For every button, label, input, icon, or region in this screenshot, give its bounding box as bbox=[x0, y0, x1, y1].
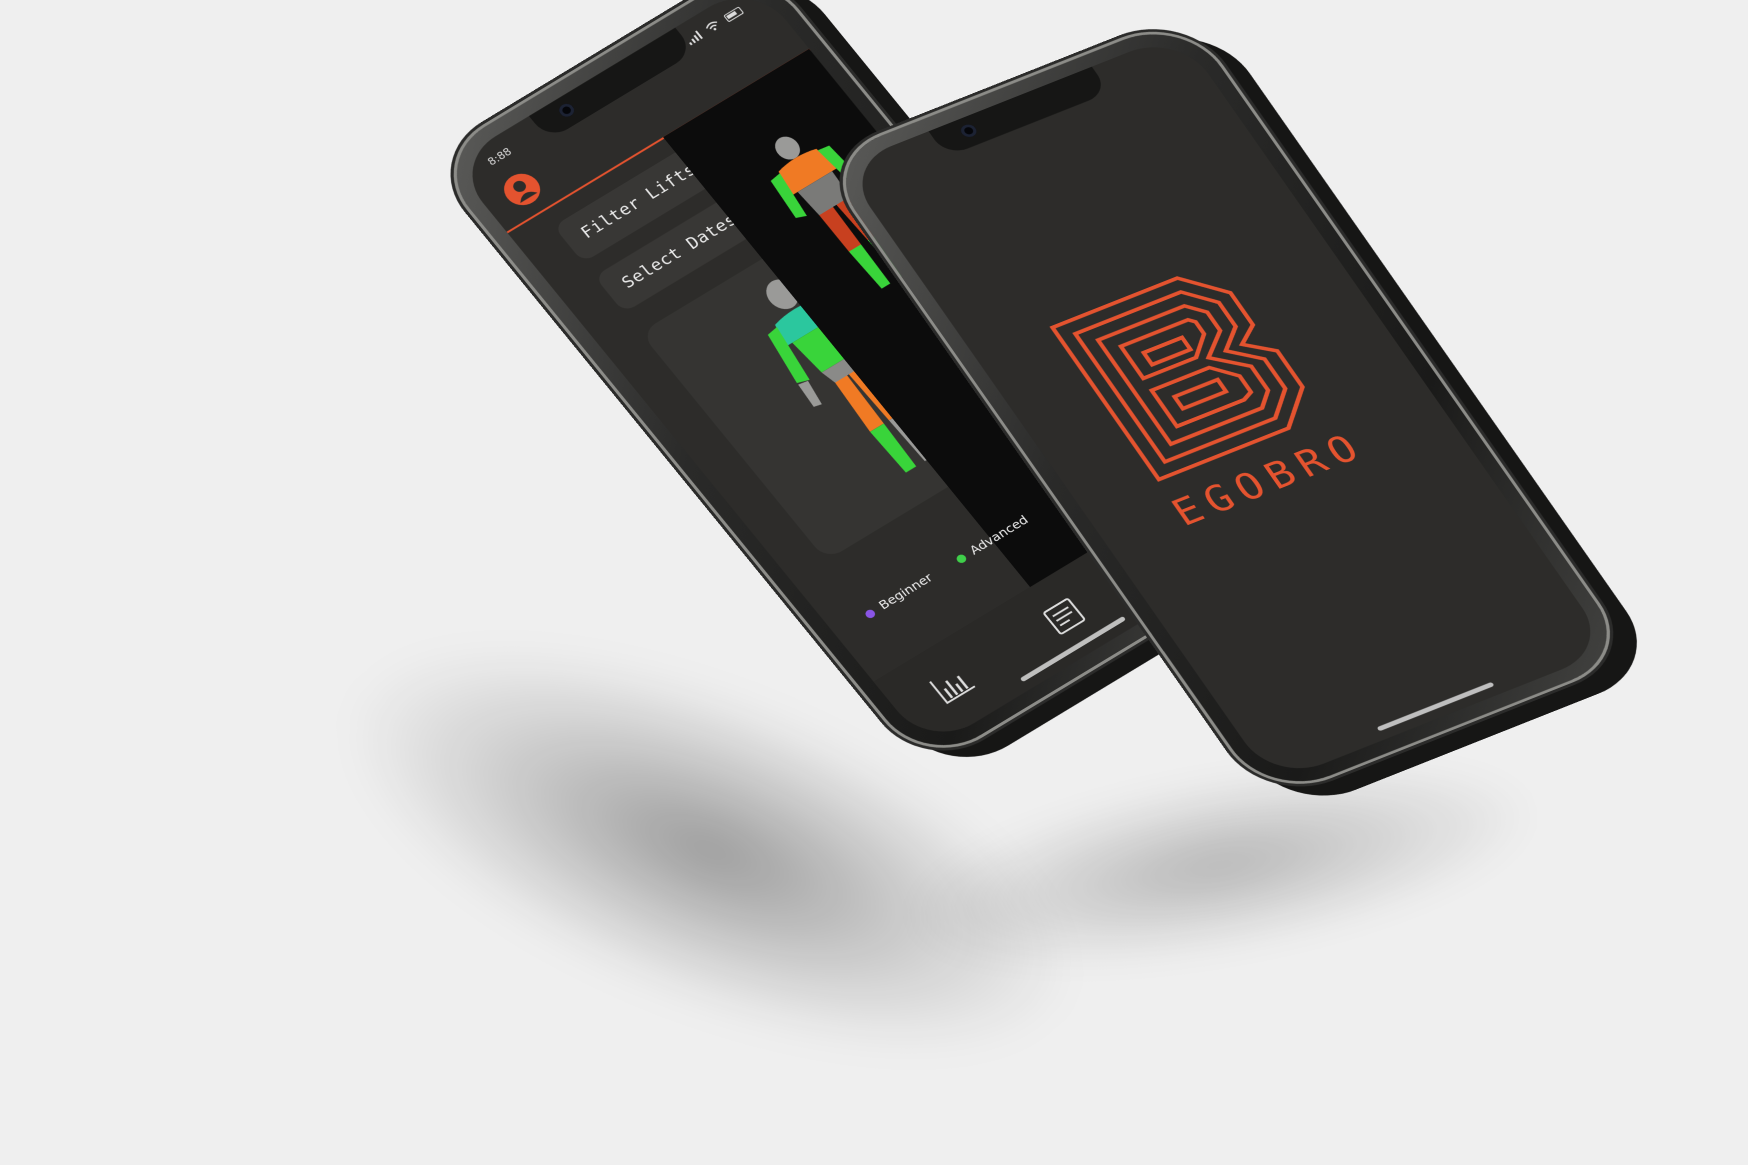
status-time: 8:88 bbox=[485, 145, 515, 169]
bar-chart-icon[interactable] bbox=[924, 660, 981, 708]
advanced-dot-icon bbox=[954, 552, 968, 565]
notch-right bbox=[928, 66, 1110, 157]
beginner-dot-icon bbox=[863, 607, 877, 620]
user-icon[interactable] bbox=[496, 167, 548, 212]
mockup-stage: 8:88 Filter Lifts Select Dates Beginner … bbox=[0, 0, 1748, 1165]
home-indicator-right[interactable] bbox=[1376, 681, 1495, 732]
legend-beginner-label: Beginner bbox=[876, 570, 936, 613]
battery-icon bbox=[722, 5, 744, 23]
list-icon[interactable] bbox=[1036, 592, 1093, 640]
brand-logo: EGOBRO bbox=[1028, 243, 1418, 583]
wifi-icon bbox=[705, 21, 718, 31]
camera-icon-right bbox=[958, 122, 980, 140]
signal-icon bbox=[685, 30, 703, 46]
legend-beginner: Beginner bbox=[854, 561, 944, 631]
